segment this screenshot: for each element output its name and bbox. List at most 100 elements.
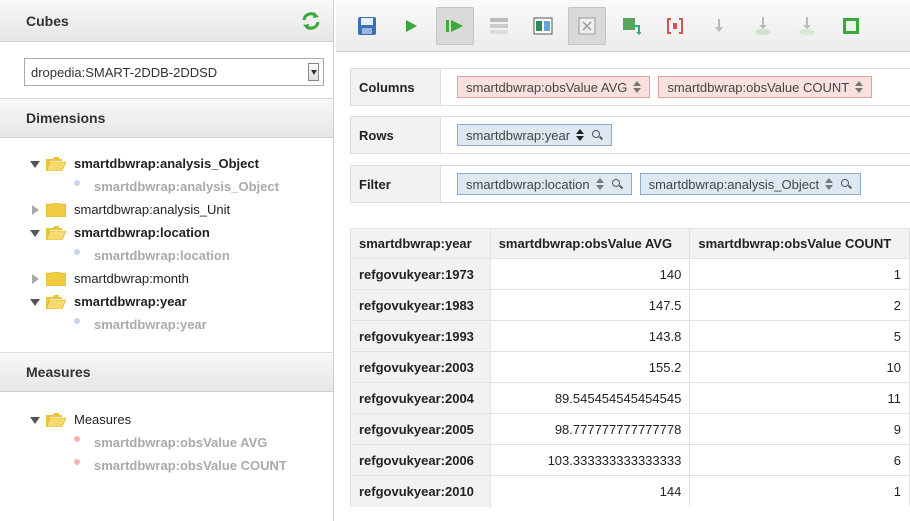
chevron-down-icon[interactable] — [308, 63, 319, 81]
export-button[interactable] — [744, 7, 782, 45]
query-toolbar — [336, 0, 910, 52]
value-cell: 1 — [689, 475, 910, 507]
chip-label: smartdbwrap:analysis_Object — [648, 176, 820, 192]
export-xls-button[interactable] — [832, 7, 870, 45]
hide-parents-button[interactable] — [524, 7, 562, 45]
value-cell: 5 — [689, 320, 910, 352]
non-empty-icon — [578, 17, 596, 34]
dimension-label: smartdbwrap:analysis_Object — [74, 156, 259, 171]
measures-folder[interactable]: Measures — [30, 408, 333, 431]
refresh-cubes-icon[interactable] — [301, 11, 321, 31]
row-header-cell[interactable]: refgovukyear:1973 — [350, 258, 491, 290]
level-label: smartdbwrap:location — [94, 248, 230, 263]
row-header-cell[interactable]: refgovukyear:2005 — [350, 413, 491, 445]
table-row: refgovukyear:2005 98.777777777777778 9 — [350, 413, 910, 445]
value-cell: 11 — [689, 382, 910, 414]
collapse-arrow-icon[interactable] — [30, 273, 42, 285]
dimension-year[interactable]: smartdbwrap:year — [30, 290, 333, 313]
measures-folder-label: Measures — [74, 412, 132, 427]
column-header[interactable]: smartdbwrap:obsValue COUNT — [689, 228, 910, 259]
dimensions-tree: smartdbwrap:analysis_Object smartdbwrap:… — [0, 138, 333, 346]
folder-closed-icon — [46, 202, 66, 217]
dimension-analysis-unit[interactable]: smartdbwrap:analysis_Unit — [30, 198, 333, 221]
table-row: refgovukyear:1973 140 1 — [350, 258, 910, 290]
non-empty-button[interactable] — [568, 6, 606, 45]
filter-search-icon[interactable] — [592, 129, 603, 141]
expand-arrow-icon[interactable] — [30, 414, 42, 426]
row-header-cell[interactable]: refgovukyear:2010 — [350, 475, 491, 507]
cube-select[interactable]: dropedia:SMART-2DDB-2DDSD — [24, 58, 324, 86]
dimension-month[interactable]: smartdbwrap:month — [30, 267, 333, 290]
save-button[interactable] — [348, 7, 386, 45]
measure-bullet-icon — [74, 458, 80, 465]
dimensions-header: Dimensions — [0, 98, 333, 138]
measure-item[interactable]: smartdbwrap:obsValue COUNT — [30, 454, 333, 477]
sort-toggle-icon[interactable] — [595, 178, 604, 190]
measure-label: smartdbwrap:obsValue COUNT — [94, 458, 287, 473]
swap-axes-button[interactable] — [612, 7, 650, 45]
filter-chip-analysis-object[interactable]: smartdbwrap:analysis_Object — [639, 173, 862, 195]
filter-axis-label: Filter — [351, 166, 441, 202]
measure-item[interactable]: smartdbwrap:obsValue AVG — [30, 431, 333, 454]
value-cell: 103.333333333333333 — [489, 444, 691, 476]
level-bullet-icon — [74, 179, 80, 186]
run-query-button[interactable] — [392, 7, 430, 45]
sort-button[interactable] — [700, 7, 738, 45]
folder-open-icon — [46, 225, 66, 240]
folder-open-icon — [46, 412, 66, 427]
column-header[interactable]: smartdbwrap:year — [350, 228, 491, 259]
mdx-button[interactable] — [656, 7, 694, 45]
row-header-cell[interactable]: refgovukyear:2004 — [350, 382, 491, 414]
rows-axis-label: Rows — [351, 117, 441, 153]
export-xls-icon — [843, 17, 859, 34]
expand-arrow-icon[interactable] — [30, 296, 42, 308]
level-bullet-icon — [74, 248, 80, 255]
sort-toggle-icon[interactable] — [633, 81, 642, 93]
expand-arrow-icon[interactable] — [30, 227, 42, 239]
column-chip-count[interactable]: smartdbwrap:obsValue COUNT — [658, 76, 873, 98]
row-header-cell[interactable]: refgovukyear:2006 — [350, 444, 491, 476]
automatic-execution-button[interactable] — [436, 6, 474, 45]
row-header-cell[interactable]: refgovukyear:2003 — [350, 351, 491, 383]
filter-chip-location[interactable]: smartdbwrap:location — [457, 173, 632, 195]
workspace-sidebar: Cubes dropedia:SMART-2DDB-2DDSD Dimensio… — [0, 0, 334, 521]
row-header-cell[interactable]: refgovukyear:1983 — [350, 289, 491, 321]
filter-axis: Filter smartdbwrap:location smartdbwrap:… — [350, 165, 910, 203]
value-cell: 10 — [689, 351, 910, 383]
chip-label: smartdbwrap:obsValue COUNT — [667, 79, 850, 95]
toggle-fields-icon — [490, 17, 508, 34]
run-icon — [406, 19, 417, 32]
table-row: refgovukyear:2010 144 1 — [350, 475, 910, 507]
toggle-fields-button[interactable] — [480, 7, 518, 45]
sort-toggle-icon[interactable] — [576, 129, 585, 141]
dimension-analysis-object[interactable]: smartdbwrap:analysis_Object — [30, 152, 333, 175]
table-row: refgovukyear:2004 89.545454545454545 11 — [350, 382, 910, 414]
value-cell: 89.545454545454545 — [489, 382, 691, 414]
collapse-arrow-icon[interactable] — [30, 204, 42, 216]
rows-axis: Rows smartdbwrap:year — [350, 116, 910, 154]
dimension-location[interactable]: smartdbwrap:location — [30, 221, 333, 244]
hide-parents-icon — [533, 17, 553, 34]
chip-label: smartdbwrap:location — [466, 176, 590, 192]
sort-asc-icon — [715, 18, 723, 32]
value-cell: 6 — [689, 444, 910, 476]
export-csv-button[interactable] — [788, 7, 826, 45]
level-location[interactable]: smartdbwrap:location — [30, 244, 333, 267]
row-header-cell[interactable]: refgovukyear:1993 — [350, 320, 491, 352]
save-icon — [358, 16, 376, 35]
column-chip-avg[interactable]: smartdbwrap:obsValue AVG — [457, 76, 651, 98]
column-header[interactable]: smartdbwrap:obsValue AVG — [489, 228, 691, 259]
expand-arrow-icon[interactable] — [30, 158, 42, 170]
dimension-label: smartdbwrap:month — [74, 271, 189, 286]
sort-toggle-icon[interactable] — [825, 178, 834, 190]
value-cell: 98.777777777777778 — [489, 413, 691, 445]
level-year[interactable]: smartdbwrap:year — [30, 313, 333, 336]
filter-search-icon[interactable] — [841, 178, 852, 190]
table-row: refgovukyear:2006 103.333333333333333 6 — [350, 444, 910, 476]
cubes-header: Cubes — [0, 0, 333, 42]
level-analysis-object[interactable]: smartdbwrap:analysis_Object — [30, 175, 333, 198]
sort-toggle-icon[interactable] — [855, 81, 864, 93]
row-chip-year[interactable]: smartdbwrap:year — [457, 124, 613, 146]
level-label: smartdbwrap:analysis_Object — [94, 179, 279, 194]
filter-search-icon[interactable] — [611, 178, 623, 190]
